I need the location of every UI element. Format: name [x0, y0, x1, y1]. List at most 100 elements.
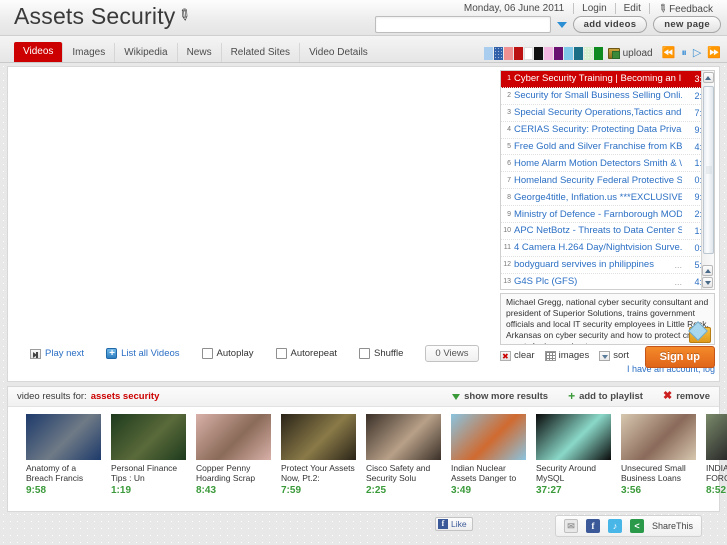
tab-images[interactable]: Images	[62, 43, 114, 62]
fast-forward-icon[interactable]: ⏩	[707, 48, 721, 59]
autorepeat-checkbox-group[interactable]: Autorepeat	[275, 348, 337, 359]
playlist-scrollbar[interactable]	[701, 71, 714, 289]
playlist-item[interactable]: 7 Homeland Security Federal Protective S.…	[501, 172, 714, 190]
color-swatch[interactable]	[523, 47, 533, 60]
pause-icon[interactable]: ⏸	[681, 48, 687, 59]
tab-wikipedia[interactable]: Wikipedia	[114, 43, 176, 62]
playlist-item-title: CERIAS Security: Protecting Data Priva..…	[514, 124, 682, 136]
result-thumbnail[interactable]: Protect Your Assets Now, Pt.2: 7:59	[281, 414, 356, 496]
play-icon[interactable]: ▷	[693, 48, 701, 59]
result-thumbnail[interactable]: Unsecured Small Business Loans 3:56	[621, 414, 696, 496]
color-swatch[interactable]	[573, 47, 583, 60]
add-to-playlist-button[interactable]: + add to playlist	[568, 390, 643, 402]
clear-icon	[500, 350, 511, 361]
result-thumbnail[interactable]: Anatomy of a Breach Francis 9:58	[26, 414, 101, 496]
color-swatch[interactable]	[483, 47, 493, 60]
result-thumbnail[interactable]: Personal Finance Tips : Un 1:19	[111, 414, 186, 496]
playlist-item[interactable]: 11 4 Camera H.264 Day/Nightvision Surve..…	[501, 240, 714, 257]
shuffle-checkbox[interactable]	[359, 348, 370, 359]
login-link[interactable]: Login	[574, 3, 614, 14]
color-swatch[interactable]	[583, 47, 593, 60]
playlist-item[interactable]: 10 APC NetBotz - Threats to Data Center S…	[501, 223, 714, 240]
scroll-up-button-2[interactable]	[702, 265, 713, 276]
tab-video-details[interactable]: Video Details	[299, 43, 377, 62]
tab-related-sites[interactable]: Related Sites	[220, 43, 299, 62]
autoplay-checkbox[interactable]	[201, 348, 213, 359]
playlist-item[interactable]: 2 Security for Small Business Selling Onl…	[501, 88, 714, 105]
play-next-control[interactable]: Play next	[30, 348, 84, 359]
autoplay-checkbox-group[interactable]: Autoplay	[201, 348, 254, 359]
thumbnail-image[interactable]	[366, 414, 441, 460]
color-swatch[interactable]	[513, 47, 523, 60]
upload-button[interactable]: upload	[607, 48, 653, 59]
thumbnail-image[interactable]	[536, 414, 611, 460]
playlist-items: 1 Cyber Security Training | Becoming an I…	[501, 71, 714, 289]
scroll-up-button[interactable]	[702, 72, 714, 83]
thumbnail-image[interactable]	[111, 414, 186, 460]
thumbnail-image[interactable]	[196, 414, 271, 460]
sharethis-icon[interactable]: <	[630, 519, 644, 533]
playlist-item[interactable]: 12bodyguard servives in philippines...5:…	[501, 257, 714, 274]
sign-up-button[interactable]: Sign up	[644, 346, 715, 368]
color-swatch[interactable]	[543, 47, 553, 60]
playlist-item[interactable]: 6 Home Alarm Motion Detectors Smith & \..…	[501, 155, 714, 173]
thumbnail-image[interactable]	[451, 414, 526, 460]
mail-icon[interactable]	[689, 327, 711, 343]
playlist[interactable]: 1 Cyber Security Training | Becoming an I…	[500, 70, 715, 290]
scroll-thumb[interactable]	[702, 86, 714, 254]
mail-icon[interactable]: ✉	[564, 519, 578, 533]
tab-news[interactable]: News	[176, 43, 221, 62]
thumbnail-image[interactable]	[26, 414, 101, 460]
result-thumbnail[interactable]: Indian Nuclear Assets Danger to 3:49	[451, 414, 526, 496]
autorepeat-checkbox[interactable]	[275, 348, 287, 359]
scroll-track[interactable]	[702, 84, 714, 289]
playlist-item-title: Homeland Security Federal Protective S..…	[514, 174, 682, 186]
playlist-item[interactable]: 9 Ministry of Defence - Farnborough MOD..…	[501, 206, 714, 224]
add-videos-button[interactable]: add videos	[572, 16, 648, 33]
facebook-like-button[interactable]: f Like	[435, 517, 473, 531]
clear-label: clear	[514, 350, 535, 361]
color-swatch[interactable]	[493, 47, 503, 60]
playlist-item[interactable]: 3 Special Security Operations,Tactics and…	[501, 105, 714, 122]
scroll-down-button[interactable]	[702, 277, 713, 288]
playlist-item[interactable]: 4 CERIAS Security: Protecting Data Priva.…	[501, 122, 714, 139]
show-more-results-button[interactable]: show more results	[452, 391, 548, 402]
result-thumbnail[interactable]: Cisco Safety and Security Solu 2:25	[366, 414, 441, 496]
playlist-item[interactable]: 1 Cyber Security Training | Becoming an I…	[501, 71, 714, 88]
result-thumbnail[interactable]: INDIAN SPECIAL FORCES - 8:52	[706, 414, 727, 496]
facebook-icon[interactable]: f	[586, 519, 600, 533]
page-title-text: Assets Security	[14, 3, 176, 29]
search-input[interactable]	[374, 16, 551, 33]
sort-button[interactable]: sort	[599, 350, 629, 361]
playlist-item[interactable]: 8 George4title, Inflation.us ***EXCLUSIVE…	[501, 189, 714, 207]
playlist-item[interactable]: 13G4S Plc (GFS)...4:04	[501, 274, 714, 289]
chevron-down-icon[interactable]	[556, 21, 567, 28]
thumbnail-image[interactable]	[706, 414, 727, 460]
remove-button[interactable]: ✖ remove	[663, 391, 710, 403]
color-swatch[interactable]	[503, 47, 513, 60]
list-all-videos-control[interactable]: List all Videos	[106, 347, 180, 360]
shuffle-checkbox-group[interactable]: Shuffle	[359, 348, 403, 359]
thumbnail-image[interactable]	[621, 414, 696, 460]
shuffle-label: Shuffle	[374, 348, 404, 359]
tab-videos[interactable]: Videos	[14, 42, 63, 62]
result-thumbnail[interactable]: Security Around MySQL 37:27	[536, 414, 611, 496]
color-swatch[interactable]	[593, 47, 603, 60]
pencil-icon[interactable]: ✎	[173, 4, 194, 26]
sharethis-label[interactable]: ShareThis	[652, 521, 693, 531]
twitter-icon[interactable]: ♪	[608, 519, 622, 533]
playlist-item-index: 9	[507, 210, 511, 218]
clear-button[interactable]: clear	[500, 350, 535, 361]
feedback-link[interactable]: ✎Feedback	[650, 1, 721, 16]
result-thumbnail[interactable]: Copper Penny Hoarding Scrap 8:43	[196, 414, 271, 496]
images-button[interactable]: images	[544, 350, 589, 361]
color-swatch[interactable]	[553, 47, 563, 60]
thumbnail-image[interactable]	[281, 414, 356, 460]
color-swatch[interactable]	[533, 47, 543, 60]
rewind-icon[interactable]: ⏪	[662, 48, 676, 59]
playlist-item[interactable]: 5 Free Gold and Silver Franchise from KB.…	[501, 139, 714, 156]
new-page-button[interactable]: new page	[653, 16, 721, 33]
color-swatch[interactable]	[563, 47, 573, 60]
edit-link[interactable]: Edit	[616, 3, 649, 14]
playlist-item-index: 7	[507, 176, 511, 184]
